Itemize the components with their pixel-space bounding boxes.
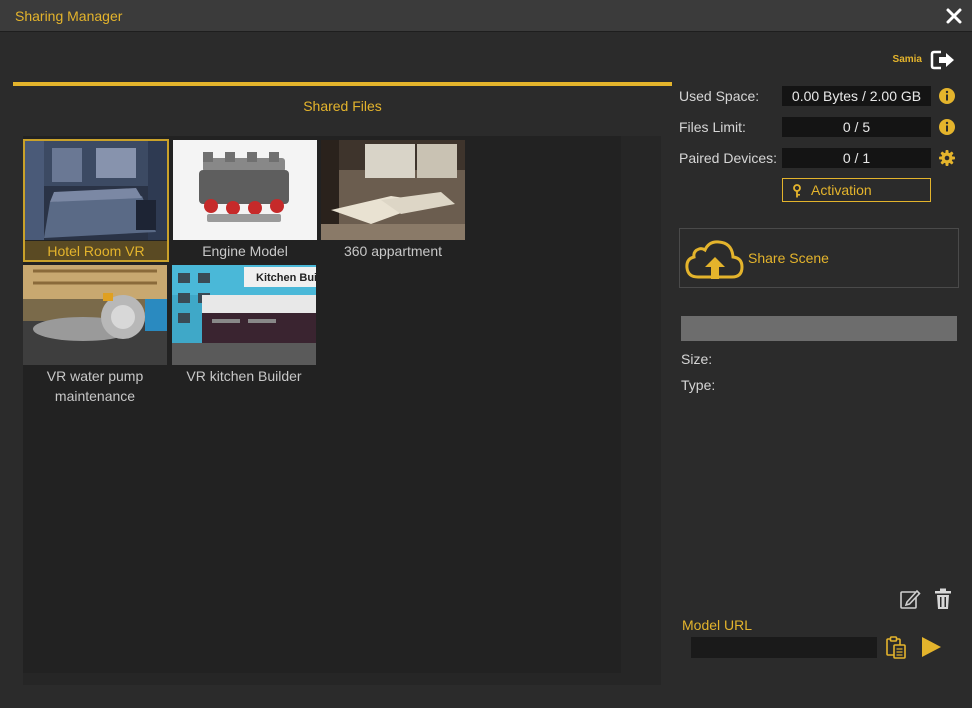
share-scene-button[interactable]: Share Scene (679, 228, 959, 288)
gear-icon (939, 150, 955, 166)
logout-icon (930, 50, 954, 70)
gallery-scroll-area (621, 136, 661, 685)
used-space-info-button[interactable] (938, 87, 956, 105)
files-limit-label: Files Limit: (679, 119, 746, 135)
edit-button[interactable] (899, 588, 921, 610)
file-tile-vr-water-pump-maintenance[interactable]: VR water pump maintenance (23, 265, 167, 406)
file-tile-vr-kitchen-builder[interactable]: Kitchen Buil VR kitchen Builder (172, 265, 316, 386)
window-title: Sharing Manager (15, 8, 123, 24)
delete-button[interactable] (933, 588, 953, 610)
file-thumbnail (321, 140, 465, 240)
model-url-label: Model URL (682, 617, 753, 633)
file-tile-360-appartment[interactable]: 360 appartment (321, 140, 465, 261)
type-label: Type: (681, 377, 716, 393)
file-name: Hotel Room VR (24, 241, 168, 261)
file-thumbnail (24, 140, 168, 240)
file-name: 360 appartment (343, 243, 443, 259)
file-tile-hotel-room-vr[interactable]: Hotel Room VR (23, 139, 169, 262)
share-scene-label: Share Scene (748, 250, 829, 266)
file-name: VR water pump maintenance (46, 368, 144, 404)
close-button[interactable] (944, 6, 964, 26)
info-icon (939, 119, 955, 135)
paired-devices-settings-button[interactable] (938, 149, 956, 167)
file-name: VR kitchen Builder (186, 368, 302, 384)
used-space-label: Used Space: (679, 88, 760, 104)
logout-button[interactable] (930, 49, 956, 71)
title-bar: Sharing Manager (0, 0, 972, 32)
thumbnail-banner-text: Kitchen Buil (256, 272, 316, 284)
edit-icon (900, 589, 921, 609)
info-icon (939, 88, 955, 104)
play-button[interactable] (919, 635, 943, 659)
file-thumbnail (23, 265, 167, 365)
file-name: Engine Model (202, 243, 288, 259)
user-name: Samia (892, 54, 922, 65)
cloud-upload-icon (685, 240, 744, 279)
trash-icon (935, 588, 951, 609)
files-limit-info-button[interactable] (938, 118, 956, 136)
selected-file-name-bar (681, 316, 957, 341)
file-thumbnail: Kitchen Buil (172, 265, 316, 365)
copy-url-button[interactable] (885, 635, 907, 659)
play-icon (922, 637, 941, 657)
files-limit-value: 0 / 5 (782, 117, 931, 137)
paired-devices-label: Paired Devices: (679, 150, 778, 166)
file-tile-engine-model[interactable]: Engine Model (173, 140, 317, 261)
file-thumbnail (173, 140, 317, 240)
size-label: Size: (681, 351, 713, 367)
activation-label: Activation (811, 182, 872, 198)
gallery-bottom-strip (23, 673, 621, 685)
close-icon (946, 8, 962, 24)
paired-devices-value: 0 / 1 (782, 148, 931, 168)
used-space-value: 0.00 Bytes / 2.00 GB (782, 86, 931, 106)
clipboard-icon (886, 636, 906, 659)
key-icon (793, 184, 801, 198)
activation-button[interactable]: Activation (782, 178, 931, 202)
model-url-input[interactable] (691, 637, 877, 658)
tab-shared-files-indicator (13, 82, 672, 86)
tab-shared-files[interactable]: Shared Files (13, 98, 672, 114)
